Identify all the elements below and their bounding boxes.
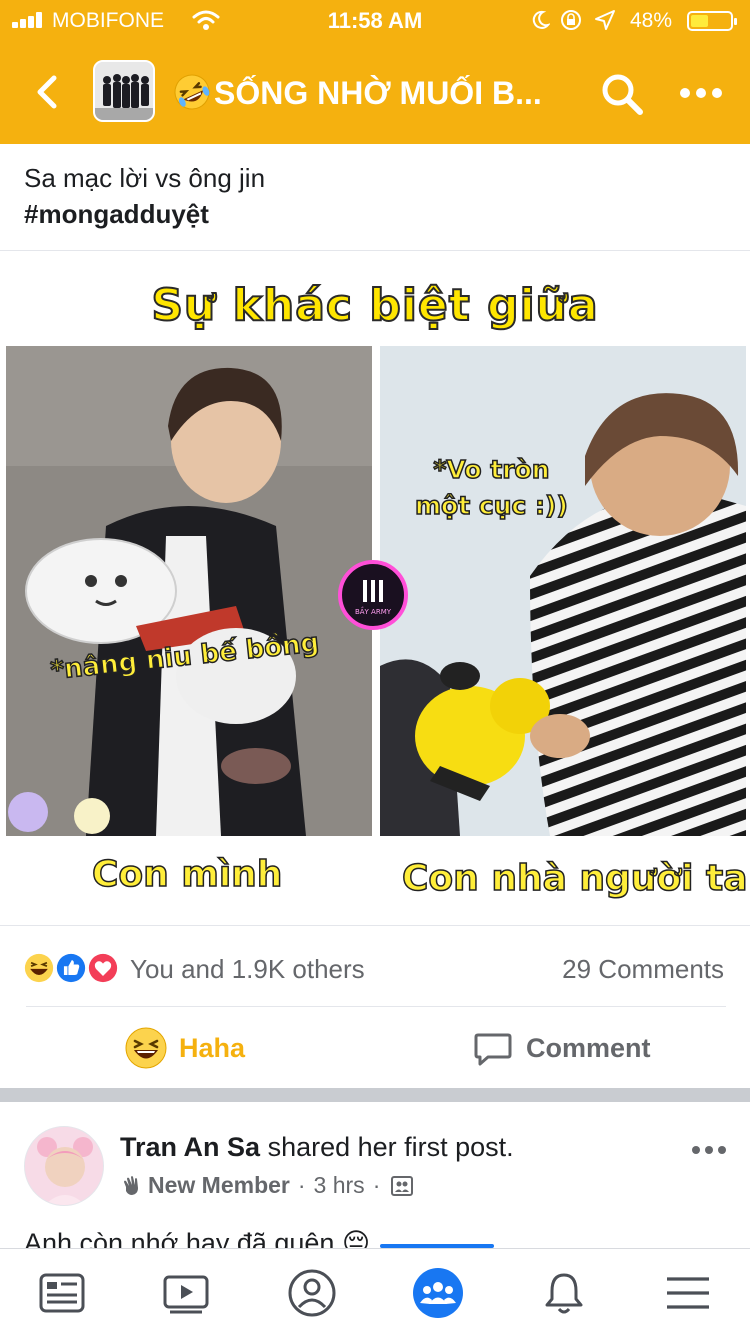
group-header: SỐNG NHỜ MUỐI B... xyxy=(0,40,750,144)
haha-button[interactable]: Haha xyxy=(125,1008,245,1088)
like-icon xyxy=(54,951,88,985)
location-icon xyxy=(595,10,615,30)
reaction-icons xyxy=(22,951,122,985)
reactions-summary[interactable]: You and 1.9K others 29 Comments xyxy=(0,940,750,996)
divider xyxy=(0,925,750,926)
bottom-tab-bar xyxy=(0,1248,750,1334)
haha-icon xyxy=(22,951,56,985)
post-more-icon[interactable] xyxy=(692,1146,726,1156)
notifications-icon[interactable] xyxy=(538,1267,590,1319)
post-hashtag[interactable]: #mongadduyệt xyxy=(24,196,265,232)
meta-separator: · xyxy=(297,1172,306,1198)
next-post: Tran An Sa shared her first post. New Me… xyxy=(0,1102,750,1248)
feed-separator xyxy=(0,1088,750,1102)
badge-label: BẦY ARMY xyxy=(355,606,392,616)
battery-percent: 48% xyxy=(630,9,673,32)
menu-icon[interactable] xyxy=(662,1267,714,1319)
divider xyxy=(26,1006,726,1007)
caption-right-line1: *Vo tròn xyxy=(433,454,551,485)
wave-hand-icon xyxy=(124,1175,138,1195)
haha-icon xyxy=(125,1027,167,1069)
label-right: Con nhà người ta xyxy=(401,857,748,900)
love-icon xyxy=(86,951,120,985)
battery-icon xyxy=(687,11,737,31)
more-icon[interactable] xyxy=(680,88,724,100)
group-title[interactable]: SỐNG NHỜ MUỐI B... xyxy=(172,72,542,112)
post-meta: New Member · 3 hrs · xyxy=(120,1172,414,1199)
photo-left xyxy=(6,346,372,836)
post-header-line: Tran An Sa shared her first post. xyxy=(120,1132,514,1163)
post-caption: Sa mạc lời vs ông jin xyxy=(24,163,266,193)
divider xyxy=(0,250,750,251)
author-name[interactable]: Tran An Sa xyxy=(120,1132,260,1162)
status-bar: MOBIFONE 11:58 AM 48% xyxy=(0,0,750,40)
meme-headline: Sự khác biệt giữa xyxy=(150,279,599,332)
caption-right: *Vo tròn một cục :)) xyxy=(414,452,568,524)
comment-icon xyxy=(474,1033,512,1066)
photo-right xyxy=(380,346,746,836)
comment-button[interactable]: Comment xyxy=(472,1008,651,1088)
comments-count[interactable]: 29 Comments xyxy=(562,954,724,985)
author-avatar[interactable] xyxy=(24,1126,104,1206)
label-left: Con mình xyxy=(91,853,283,896)
groups-icon[interactable] xyxy=(412,1267,464,1319)
search-icon[interactable] xyxy=(600,72,644,116)
group-title-text: SỐNG NHỜ MUỐI B... xyxy=(214,75,542,111)
news-feed-icon[interactable] xyxy=(36,1267,88,1319)
caption-right-line2: một cục :)) xyxy=(414,490,568,521)
meta-separator: · xyxy=(372,1172,381,1198)
group-avatar[interactable] xyxy=(93,60,155,122)
watch-icon[interactable] xyxy=(160,1267,212,1319)
moon-icon xyxy=(532,10,550,29)
post-preview-text: Anh còn nhớ hay đã quên 😔 xyxy=(24,1228,371,1248)
haha-label: Haha xyxy=(179,1032,246,1063)
watermark-badge: BẦY ARMY xyxy=(338,560,408,630)
group-audience-icon xyxy=(391,1175,414,1196)
member-role: New Member xyxy=(148,1172,290,1198)
back-arrow-icon[interactable] xyxy=(30,72,62,112)
reactions-count[interactable]: You and 1.9K others xyxy=(130,954,365,985)
rofl-emoji-icon xyxy=(174,74,210,110)
orientation-lock-icon xyxy=(561,10,581,30)
comment-label: Comment xyxy=(526,1032,651,1063)
profile-icon[interactable] xyxy=(286,1267,338,1319)
post-time[interactable]: 3 hrs xyxy=(314,1172,365,1199)
post-actions: Haha Comment xyxy=(0,1008,750,1088)
post-image[interactable]: Sự khác biệt giữa BẦY ARMY *nâng niu bế … xyxy=(0,252,750,924)
author-action: shared her first post. xyxy=(267,1132,514,1162)
post-text: Sa mạc lời vs ông jin #mongadduyệt xyxy=(24,160,265,232)
